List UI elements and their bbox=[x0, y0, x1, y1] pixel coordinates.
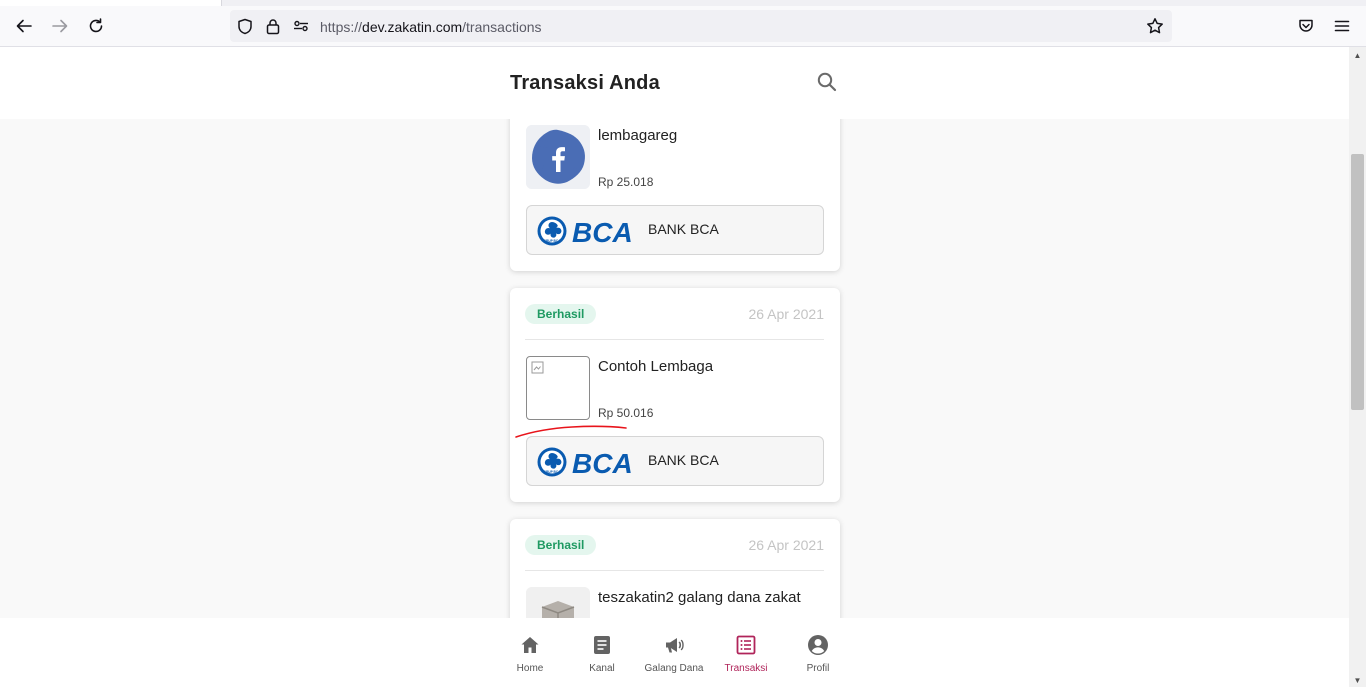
org-name: lembagareg bbox=[598, 127, 678, 144]
bank-logo-label: BCA bbox=[572, 448, 633, 478]
bottom-navigation: Home Kanal Galang Dana Transaksi Profil bbox=[0, 618, 1349, 687]
url-path: /transactions bbox=[462, 19, 542, 35]
scroll-down-arrow-icon[interactable]: ▼ bbox=[1352, 676, 1363, 685]
search-icon[interactable] bbox=[816, 71, 838, 93]
transactions-list[interactable]: lembagareg Rp 25.018 GRUP BCA BCA BANK B… bbox=[0, 119, 1349, 618]
card-divider bbox=[525, 570, 824, 571]
payment-method-box: GRUP BCA BCA BANK BCA bbox=[526, 436, 824, 486]
svg-text:GRUP BCA: GRUP BCA bbox=[544, 239, 562, 243]
nav-item-home[interactable]: Home bbox=[494, 618, 566, 687]
user-circle-icon bbox=[808, 635, 828, 655]
shield-icon[interactable] bbox=[236, 17, 254, 35]
megaphone-icon bbox=[666, 638, 684, 653]
box-image-icon bbox=[526, 587, 590, 618]
active-tab[interactable] bbox=[0, 0, 222, 6]
reload-icon[interactable] bbox=[83, 13, 109, 39]
donation-amount: Rp 50.016 bbox=[598, 406, 654, 420]
pocket-icon[interactable] bbox=[1293, 13, 1319, 39]
org-thumbnail bbox=[526, 125, 590, 189]
url-scheme: https:// bbox=[320, 19, 363, 35]
transaction-date: 26 Apr 2021 bbox=[748, 537, 824, 553]
document-icon bbox=[594, 636, 610, 654]
forward-arrow-icon[interactable] bbox=[47, 13, 73, 39]
bank-name: BANK BCA bbox=[648, 221, 719, 237]
nav-item-galang-dana[interactable]: Galang Dana bbox=[638, 618, 710, 687]
transaction-card[interactable]: lembagareg Rp 25.018 GRUP BCA BCA BANK B… bbox=[510, 119, 840, 271]
transaction-card[interactable]: Berhasil 26 Apr 2021 Contoh Lembaga Rp 5… bbox=[510, 288, 840, 502]
bookmark-star-icon[interactable] bbox=[1146, 17, 1164, 35]
site-permissions-icon[interactable] bbox=[292, 17, 310, 35]
bank-name: BANK BCA bbox=[648, 452, 719, 468]
nav-item-transaksi[interactable]: Transaksi bbox=[710, 618, 782, 687]
broken-image-icon bbox=[531, 361, 544, 374]
bca-logo-icon: GRUP BCA BCA bbox=[537, 216, 633, 247]
nav-item-kanal[interactable]: Kanal bbox=[566, 618, 638, 687]
status-badge: Berhasil bbox=[525, 304, 597, 324]
svg-text:GRUP BCA: GRUP BCA bbox=[544, 470, 562, 474]
url-host: dev.zakatin.com bbox=[362, 19, 463, 35]
org-thumbnail bbox=[526, 356, 590, 420]
bca-logo-icon: GRUP BCA BCA bbox=[537, 447, 633, 478]
page-title: Transaksi Anda bbox=[510, 72, 660, 94]
menu-icon[interactable] bbox=[1329, 13, 1355, 39]
org-thumbnail bbox=[526, 587, 590, 618]
nav-label: Home bbox=[516, 663, 544, 674]
facebook-logo-icon bbox=[526, 125, 590, 189]
payment-method-box: GRUP BCA BCA BANK BCA bbox=[526, 205, 824, 255]
lock-icon[interactable] bbox=[264, 17, 282, 35]
donation-amount: Rp 25.018 bbox=[598, 175, 654, 189]
scroll-up-arrow-icon[interactable]: ▲ bbox=[1352, 51, 1363, 60]
transaction-date: 26 Apr 2021 bbox=[748, 306, 824, 322]
home-icon bbox=[521, 637, 539, 653]
nav-label: Profil bbox=[806, 663, 830, 674]
org-name: teszakatin2 galang dana zakat bbox=[598, 589, 801, 606]
nav-label: Galang Dana bbox=[644, 663, 704, 674]
url-text[interactable]: https://dev.zakatin.com/transactions bbox=[320, 19, 542, 35]
nav-label: Transaksi bbox=[724, 663, 768, 674]
nav-item-profil[interactable]: Profil bbox=[782, 618, 854, 687]
nav-label: Kanal bbox=[589, 663, 615, 674]
scrollbar-thumb[interactable] bbox=[1351, 154, 1364, 410]
back-arrow-icon[interactable] bbox=[11, 13, 37, 39]
browser-toolbar: https://dev.zakatin.com/transactions bbox=[0, 0, 1366, 47]
list-icon bbox=[736, 635, 756, 655]
url-bar[interactable]: https://dev.zakatin.com/transactions bbox=[230, 10, 1172, 42]
bank-logo-label: BCA bbox=[572, 217, 633, 247]
card-divider bbox=[525, 339, 824, 340]
transaction-card[interactable]: Berhasil 26 Apr 2021 teszakatin2 galang … bbox=[510, 519, 840, 618]
status-badge: Berhasil bbox=[525, 535, 597, 555]
org-name: Contoh Lembaga bbox=[598, 358, 714, 375]
app-header: Transaksi Anda bbox=[0, 47, 1349, 119]
